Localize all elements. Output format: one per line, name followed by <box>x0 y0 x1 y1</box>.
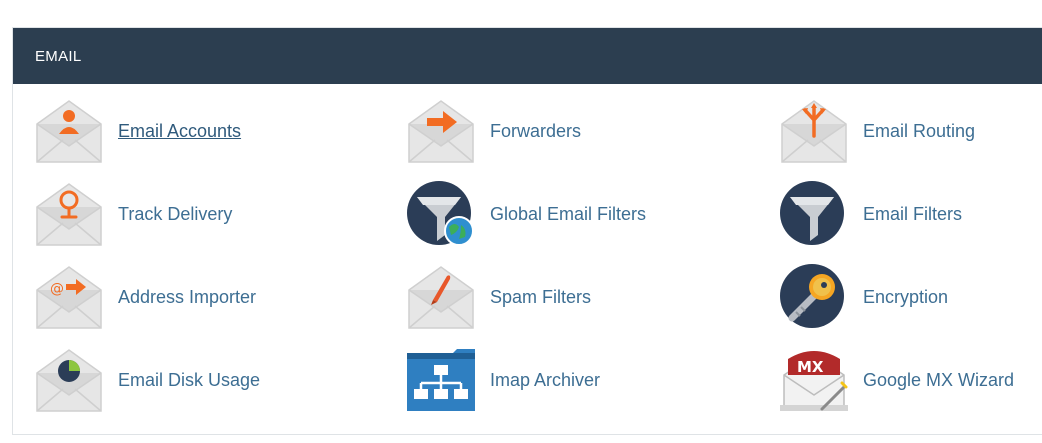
tool-label-imap-archiver: Imap Archiver <box>490 369 601 390</box>
email-section-title: EMAIL <box>35 47 82 65</box>
tool-label-email-filters: Email Filters <box>863 203 963 224</box>
google-mx-wizard-icon: MX <box>780 351 848 411</box>
tool-label-encryption: Encryption <box>863 286 949 307</box>
global-email-filters-icon <box>407 181 474 246</box>
tool-global-email-filters[interactable]: Global Email Filters <box>405 179 646 249</box>
tool-label-address-importer: Address Importer <box>118 286 257 307</box>
spam-filters-icon <box>408 266 474 329</box>
tool-label-email-accounts: Email Accounts <box>118 120 242 141</box>
tool-label-global-email-filters: Global Email Filters <box>490 203 647 224</box>
track-delivery-icon <box>36 183 102 246</box>
email-tools-grid: Email Accounts Forwarders Email Routing <box>13 84 1042 436</box>
tool-forwarders[interactable]: Forwarders <box>405 96 581 166</box>
tool-imap-archiver[interactable]: Imap Archiver <box>405 345 600 415</box>
tool-label-email-disk-usage: Email Disk Usage <box>118 369 261 390</box>
email-disk-usage-icon <box>36 349 102 412</box>
imap-archiver-icon <box>407 349 475 411</box>
encryption-icon <box>780 264 844 328</box>
tool-email-disk-usage[interactable]: Email Disk Usage <box>33 345 260 415</box>
tool-label-email-routing: Email Routing <box>863 120 976 141</box>
tool-spam-filters[interactable]: Spam Filters <box>405 262 591 332</box>
tool-track-delivery[interactable]: Track Delivery <box>33 179 232 249</box>
tool-email-routing[interactable]: Email Routing <box>778 96 975 166</box>
email-section-header[interactable]: EMAIL <box>13 28 1042 84</box>
forwarders-icon <box>408 100 474 163</box>
at-sign-badge: @ <box>50 281 64 297</box>
email-section-panel: EMAIL Email Accounts Forwarders Email Ro… <box>12 27 1042 435</box>
tool-google-mx-wizard[interactable]: MX Google MX Wizard <box>778 345 1014 415</box>
tool-email-accounts[interactable]: Email Accounts <box>33 96 241 166</box>
address-importer-icon: @ <box>36 266 102 329</box>
tool-label-spam-filters: Spam Filters <box>490 286 592 307</box>
tool-label-track-delivery: Track Delivery <box>118 203 233 224</box>
email-routing-icon <box>781 100 847 163</box>
email-accounts-icon <box>36 100 102 163</box>
tool-label-google-mx-wizard: Google MX Wizard <box>863 369 1015 390</box>
email-filters-icon <box>780 181 844 245</box>
mx-badge: MX <box>797 358 824 376</box>
tool-label-forwarders: Forwarders <box>490 120 582 141</box>
tool-email-filters[interactable]: Email Filters <box>778 179 962 249</box>
tool-address-importer[interactable]: @ Address Importer <box>33 262 256 332</box>
tool-encryption[interactable]: Encryption <box>778 262 948 332</box>
